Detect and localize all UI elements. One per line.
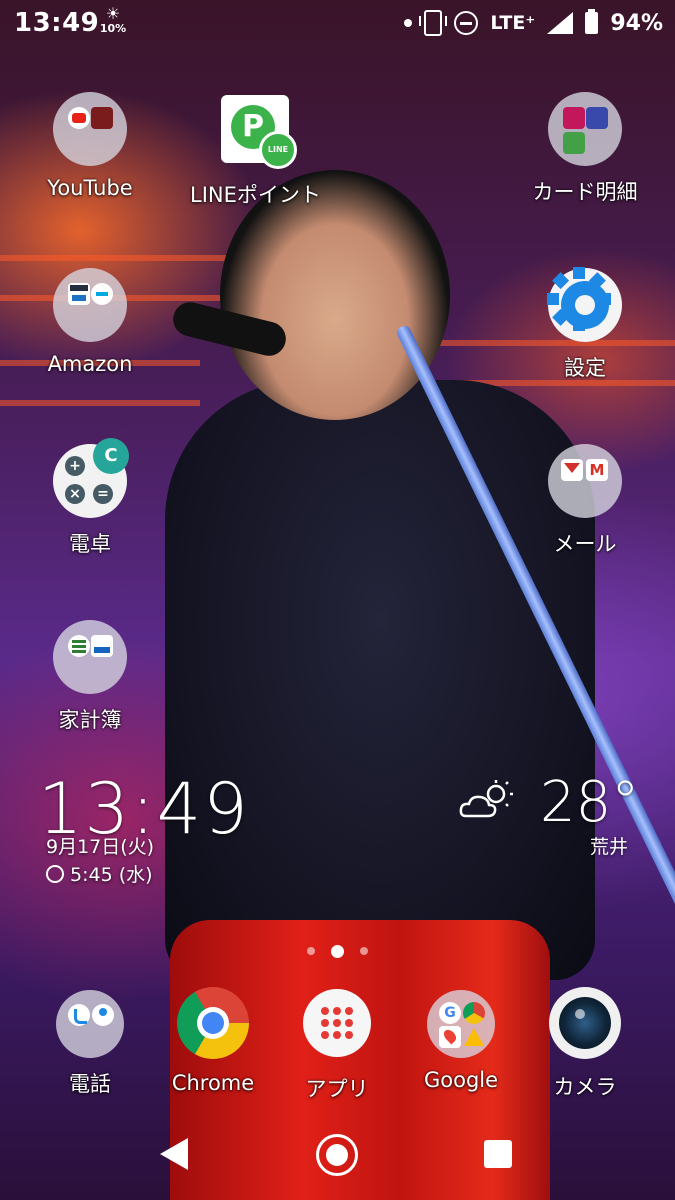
status-weather: ☀ 10%: [98, 4, 128, 36]
app-calculator[interactable]: + × = C 電卓: [25, 438, 155, 558]
clock-widget-alarm[interactable]: 5:45 (水): [46, 860, 153, 887]
page-dot: [360, 947, 368, 955]
alarm-time: 5:45 (水): [70, 864, 153, 886]
line-point-icon: P LINE: [218, 95, 297, 169]
app-label: Chrome: [171, 1071, 255, 1095]
bank-mini-icon: [91, 635, 113, 657]
notification-dot-icon: [404, 19, 413, 27]
drive-mini-icon: [463, 1026, 485, 1048]
folder-icon: [56, 990, 124, 1058]
youtube-mini-icon: [68, 107, 90, 129]
card-mini-icon: [586, 107, 608, 129]
battery-percent: 94%: [610, 10, 663, 36]
calculator-icon: + × = C: [53, 438, 129, 518]
app-label: カード明細: [532, 180, 638, 204]
contacts-mini-icon: [92, 1004, 114, 1026]
app-household-folder[interactable]: 家計簿: [25, 620, 155, 734]
maps-mini-icon: [439, 1026, 461, 1048]
clock-widget-date: 9月17日(火): [46, 836, 155, 858]
do-not-disturb-icon: [454, 11, 479, 35]
folder-icon: G: [427, 990, 495, 1058]
weather-location: 荒井: [590, 836, 629, 858]
amazon-mini-icon: [68, 283, 90, 305]
card-mini-icon: [563, 107, 585, 129]
folder-icon: [53, 268, 127, 342]
app-label: アプリ: [305, 1077, 369, 1101]
mail-mini-icon: [561, 459, 583, 481]
camera-icon: [548, 987, 622, 1061]
status-icons: LTE⁺ 94%: [404, 8, 663, 38]
app-label: メール: [553, 532, 617, 556]
alarm-clock-icon: [46, 864, 64, 883]
app-line-point[interactable]: P LINE LINEポイント: [190, 92, 321, 209]
partly-cloudy-icon: [459, 780, 513, 818]
folder-icon: [53, 92, 127, 166]
app-youtube-folder[interactable]: YouTube: [25, 92, 155, 200]
app-settings[interactable]: 設定: [520, 267, 650, 382]
app-camera[interactable]: カメラ: [520, 986, 650, 1101]
google-mini-icon: G: [439, 1002, 461, 1024]
line-badge-icon: LINE: [259, 131, 297, 169]
gear-icon: [547, 267, 622, 342]
battery-icon: [585, 9, 599, 34]
app-chrome[interactable]: Chrome: [148, 986, 278, 1095]
app-google-folder[interactable]: G Google: [396, 990, 526, 1092]
vibrate-icon: [419, 10, 448, 36]
app-label: 設定: [564, 356, 606, 380]
app-label: 家計簿: [58, 708, 122, 732]
app-label: Google: [423, 1068, 499, 1092]
folder-icon: [548, 92, 622, 166]
back-icon[interactable]: [160, 1138, 188, 1170]
app-label: LINEポイント: [190, 183, 321, 207]
weather-cloud-icon: ☀: [105, 4, 121, 23]
card-mini-icon: [563, 132, 585, 154]
status-time: 13:49: [14, 8, 100, 38]
page-dot-active: [331, 944, 344, 958]
app-label: カメラ: [553, 1075, 617, 1099]
app-phone-folder[interactable]: 電話: [25, 990, 155, 1098]
page-dot: [307, 947, 315, 955]
status-bar: 13:49 ☀ 10% LTE⁺ 94%: [0, 0, 675, 48]
page-indicator: [300, 944, 375, 958]
chrome-mini-icon: [463, 1002, 485, 1024]
prime-video-mini-icon: [91, 283, 113, 305]
app-label: Amazon: [47, 352, 133, 376]
apps-grid-icon: [300, 989, 374, 1063]
network-type: LTE⁺: [490, 12, 536, 34]
home-icon[interactable]: [316, 1134, 358, 1176]
folder-icon: [53, 620, 127, 694]
app-label: 電話: [69, 1072, 111, 1096]
gmail-mini-icon: M: [586, 459, 608, 481]
app-drawer[interactable]: アプリ: [272, 986, 402, 1103]
app-mail-folder[interactable]: M メール: [520, 444, 650, 558]
app-label: YouTube: [47, 176, 133, 200]
app-amazon-folder[interactable]: Amazon: [25, 268, 155, 376]
folder-icon: M: [548, 444, 622, 518]
weather-temperature[interactable]: 28°: [540, 770, 639, 835]
status-weather-percent: 10%: [99, 22, 127, 35]
phone-mini-icon: [68, 1004, 90, 1026]
recent-apps-icon[interactable]: [484, 1140, 512, 1168]
app-label: 電卓: [69, 532, 111, 556]
budget-mini-icon: [68, 635, 90, 657]
chrome-icon: [176, 987, 250, 1061]
navigation-bar: [0, 1110, 675, 1200]
app-card-folder[interactable]: カード明細: [520, 92, 650, 206]
signal-icon: [547, 12, 574, 34]
fake-app-mini-icon: [91, 107, 113, 129]
